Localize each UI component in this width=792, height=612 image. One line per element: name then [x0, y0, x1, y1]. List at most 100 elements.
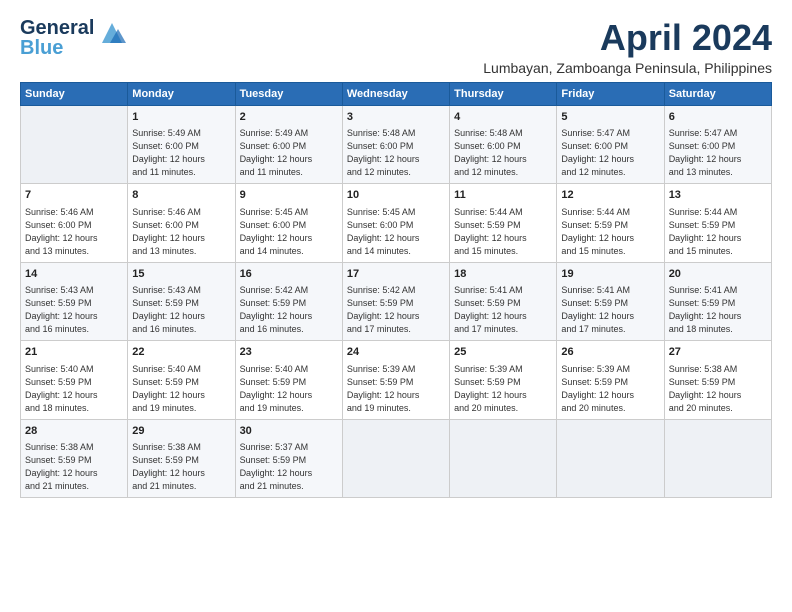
calendar-cell: 5 Sunrise: 5:47 AM Sunset: 6:00 PM Daylig… — [557, 105, 664, 184]
day-number: 14 — [25, 267, 123, 282]
day-number: 17 — [347, 267, 445, 282]
day-number: 22 — [132, 345, 230, 360]
day-info: Sunrise: 5:40 AM Sunset: 5:59 PM Dayligh… — [240, 363, 338, 415]
day-info: Sunrise: 5:45 AM Sunset: 6:00 PM Dayligh… — [240, 206, 338, 258]
calendar-cell: 28 Sunrise: 5:38 AM Sunset: 5:59 PM Dayli… — [21, 419, 128, 498]
day-info: Sunrise: 5:49 AM Sunset: 6:00 PM Dayligh… — [240, 127, 338, 179]
calendar-table: Sunday Monday Tuesday Wednesday Thursday… — [20, 82, 772, 499]
day-info: Sunrise: 5:44 AM Sunset: 5:59 PM Dayligh… — [561, 206, 659, 258]
day-number: 9 — [240, 188, 338, 203]
calendar-cell: 6 Sunrise: 5:47 AM Sunset: 6:00 PM Daylig… — [664, 105, 771, 184]
calendar-cell: 14 Sunrise: 5:43 AM Sunset: 5:59 PM Dayli… — [21, 262, 128, 341]
day-number: 29 — [132, 424, 230, 439]
day-info: Sunrise: 5:48 AM Sunset: 6:00 PM Dayligh… — [454, 127, 552, 179]
day-number: 1 — [132, 110, 230, 125]
day-number: 10 — [347, 188, 445, 203]
day-number: 11 — [454, 188, 552, 203]
logo: General Blue — [20, 18, 126, 58]
calendar-cell: 30 Sunrise: 5:37 AM Sunset: 5:59 PM Dayli… — [235, 419, 342, 498]
main-title: April 2024 — [483, 18, 772, 58]
day-number: 23 — [240, 345, 338, 360]
calendar-cell: 18 Sunrise: 5:41 AM Sunset: 5:59 PM Dayli… — [450, 262, 557, 341]
header: General Blue April 2024 Lumbayan, Zamboa… — [20, 18, 772, 76]
calendar-cell: 8Sunrise: 5:46 AM Sunset: 6:00 PM Daylig… — [128, 184, 235, 263]
logo-blue: Blue — [20, 37, 63, 59]
calendar-cell: 15 Sunrise: 5:43 AM Sunset: 5:59 PM Dayli… — [128, 262, 235, 341]
calendar-cell — [557, 419, 664, 498]
calendar-cell — [450, 419, 557, 498]
calendar-cell: 27Sunrise: 5:38 AM Sunset: 5:59 PM Dayli… — [664, 341, 771, 420]
day-info: Sunrise: 5:40 AM Sunset: 5:59 PM Dayligh… — [25, 363, 123, 415]
day-info: Sunrise: 5:38 AM Sunset: 5:59 PM Dayligh… — [25, 441, 123, 493]
calendar-cell: 12 Sunrise: 5:44 AM Sunset: 5:59 PM Dayli… — [557, 184, 664, 263]
day-info: Sunrise: 5:38 AM Sunset: 5:59 PM Dayligh… — [669, 363, 767, 415]
calendar-cell: 29 Sunrise: 5:38 AM Sunset: 5:59 PM Dayli… — [128, 419, 235, 498]
day-number: 20 — [669, 267, 767, 282]
calendar-cell: 4 Sunrise: 5:48 AM Sunset: 6:00 PM Daylig… — [450, 105, 557, 184]
day-info: Sunrise: 5:43 AM Sunset: 5:59 PM Dayligh… — [132, 284, 230, 336]
calendar-cell: 20Sunrise: 5:41 AM Sunset: 5:59 PM Dayli… — [664, 262, 771, 341]
day-info: Sunrise: 5:39 AM Sunset: 5:59 PM Dayligh… — [561, 363, 659, 415]
header-tuesday: Tuesday — [235, 82, 342, 105]
calendar-cell: 11Sunrise: 5:44 AM Sunset: 5:59 PM Dayli… — [450, 184, 557, 263]
day-info: Sunrise: 5:44 AM Sunset: 5:59 PM Dayligh… — [669, 206, 767, 258]
day-number: 13 — [669, 188, 767, 203]
day-number: 21 — [25, 345, 123, 360]
day-number: 2 — [240, 110, 338, 125]
day-info: Sunrise: 5:49 AM Sunset: 6:00 PM Dayligh… — [132, 127, 230, 179]
header-sunday: Sunday — [21, 82, 128, 105]
day-number: 6 — [669, 110, 767, 125]
logo-icon — [98, 21, 126, 43]
calendar-week-3: 14 Sunrise: 5:43 AM Sunset: 5:59 PM Dayli… — [21, 262, 772, 341]
day-info: Sunrise: 5:47 AM Sunset: 6:00 PM Dayligh… — [561, 127, 659, 179]
calendar-cell: 1 Sunrise: 5:49 AM Sunset: 6:00 PM Daylig… — [128, 105, 235, 184]
page: General Blue April 2024 Lumbayan, Zamboa… — [0, 0, 792, 612]
header-saturday: Saturday — [664, 82, 771, 105]
calendar-cell: 13 Sunrise: 5:44 AM Sunset: 5:59 PM Dayli… — [664, 184, 771, 263]
day-info: Sunrise: 5:41 AM Sunset: 5:59 PM Dayligh… — [561, 284, 659, 336]
header-wednesday: Wednesday — [342, 82, 449, 105]
day-info: Sunrise: 5:40 AM Sunset: 5:59 PM Dayligh… — [132, 363, 230, 415]
day-info: Sunrise: 5:41 AM Sunset: 5:59 PM Dayligh… — [454, 284, 552, 336]
calendar-cell: 3Sunrise: 5:48 AM Sunset: 6:00 PM Daylig… — [342, 105, 449, 184]
day-info: Sunrise: 5:42 AM Sunset: 5:59 PM Dayligh… — [347, 284, 445, 336]
day-number: 30 — [240, 424, 338, 439]
calendar-week-1: 1 Sunrise: 5:49 AM Sunset: 6:00 PM Daylig… — [21, 105, 772, 184]
calendar-header-row: Sunday Monday Tuesday Wednesday Thursday… — [21, 82, 772, 105]
calendar-cell: 16Sunrise: 5:42 AM Sunset: 5:59 PM Dayli… — [235, 262, 342, 341]
calendar-cell — [664, 419, 771, 498]
subtitle: Lumbayan, Zamboanga Peninsula, Philippin… — [483, 60, 772, 76]
calendar-week-4: 21 Sunrise: 5:40 AM Sunset: 5:59 PM Dayli… — [21, 341, 772, 420]
day-info: Sunrise: 5:39 AM Sunset: 5:59 PM Dayligh… — [347, 363, 445, 415]
header-monday: Monday — [128, 82, 235, 105]
day-info: Sunrise: 5:47 AM Sunset: 6:00 PM Dayligh… — [669, 127, 767, 179]
calendar-week-2: 7 Sunrise: 5:46 AM Sunset: 6:00 PM Daylig… — [21, 184, 772, 263]
calendar-cell: 21 Sunrise: 5:40 AM Sunset: 5:59 PM Dayli… — [21, 341, 128, 420]
header-friday: Friday — [557, 82, 664, 105]
day-number: 4 — [454, 110, 552, 125]
day-number: 15 — [132, 267, 230, 282]
day-info: Sunrise: 5:43 AM Sunset: 5:59 PM Dayligh… — [25, 284, 123, 336]
day-number: 8 — [132, 188, 230, 203]
calendar-cell: 22 Sunrise: 5:40 AM Sunset: 5:59 PM Dayli… — [128, 341, 235, 420]
calendar-cell: 23 Sunrise: 5:40 AM Sunset: 5:59 PM Dayli… — [235, 341, 342, 420]
day-number: 3 — [347, 110, 445, 125]
day-info: Sunrise: 5:37 AM Sunset: 5:59 PM Dayligh… — [240, 441, 338, 493]
calendar-cell: 19Sunrise: 5:41 AM Sunset: 5:59 PM Dayli… — [557, 262, 664, 341]
day-number: 18 — [454, 267, 552, 282]
day-number: 28 — [25, 424, 123, 439]
day-number: 26 — [561, 345, 659, 360]
day-number: 24 — [347, 345, 445, 360]
day-number: 7 — [25, 188, 123, 203]
day-info: Sunrise: 5:38 AM Sunset: 5:59 PM Dayligh… — [132, 441, 230, 493]
day-info: Sunrise: 5:39 AM Sunset: 5:59 PM Dayligh… — [454, 363, 552, 415]
day-info: Sunrise: 5:46 AM Sunset: 6:00 PM Dayligh… — [25, 206, 123, 258]
day-number: 5 — [561, 110, 659, 125]
day-info: Sunrise: 5:45 AM Sunset: 6:00 PM Dayligh… — [347, 206, 445, 258]
header-thursday: Thursday — [450, 82, 557, 105]
day-number: 12 — [561, 188, 659, 203]
calendar-cell: 25Sunrise: 5:39 AM Sunset: 5:59 PM Dayli… — [450, 341, 557, 420]
title-block: April 2024 Lumbayan, Zamboanga Peninsula… — [483, 18, 772, 76]
logo-general: General — [20, 17, 94, 39]
calendar-cell: 26 Sunrise: 5:39 AM Sunset: 5:59 PM Dayli… — [557, 341, 664, 420]
